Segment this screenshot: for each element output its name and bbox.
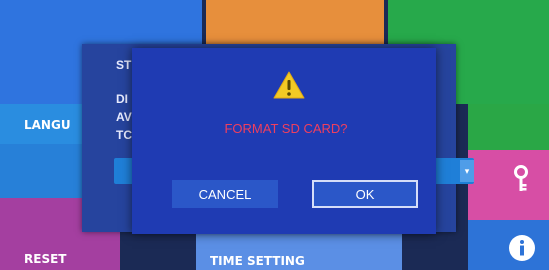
cancel-button[interactable]: CANCEL: [172, 180, 278, 208]
time-setting-label: TIME SETTING: [210, 254, 305, 268]
ok-button-label: OK: [355, 186, 375, 202]
cancel-button-label: CANCEL: [198, 186, 252, 202]
security-tile[interactable]: [468, 150, 549, 220]
settings-panel-line: DI: [116, 92, 128, 106]
ok-button[interactable]: OK: [312, 180, 418, 208]
info-icon: [509, 235, 535, 261]
language-label: LANGU: [24, 118, 71, 132]
reset-label: RESET: [24, 252, 67, 266]
settings-panel-line: AV: [116, 110, 132, 124]
dialog-message: FORMAT SD CARD?: [224, 121, 348, 136]
dropdown-arrow-icon[interactable]: ▾: [460, 160, 474, 182]
menu-tile[interactable]: [468, 104, 549, 150]
settings-panel-line: TC: [116, 128, 132, 142]
settings-panel-line: ST: [116, 58, 132, 72]
warning-icon: [273, 71, 305, 99]
key-icon: [514, 165, 528, 191]
